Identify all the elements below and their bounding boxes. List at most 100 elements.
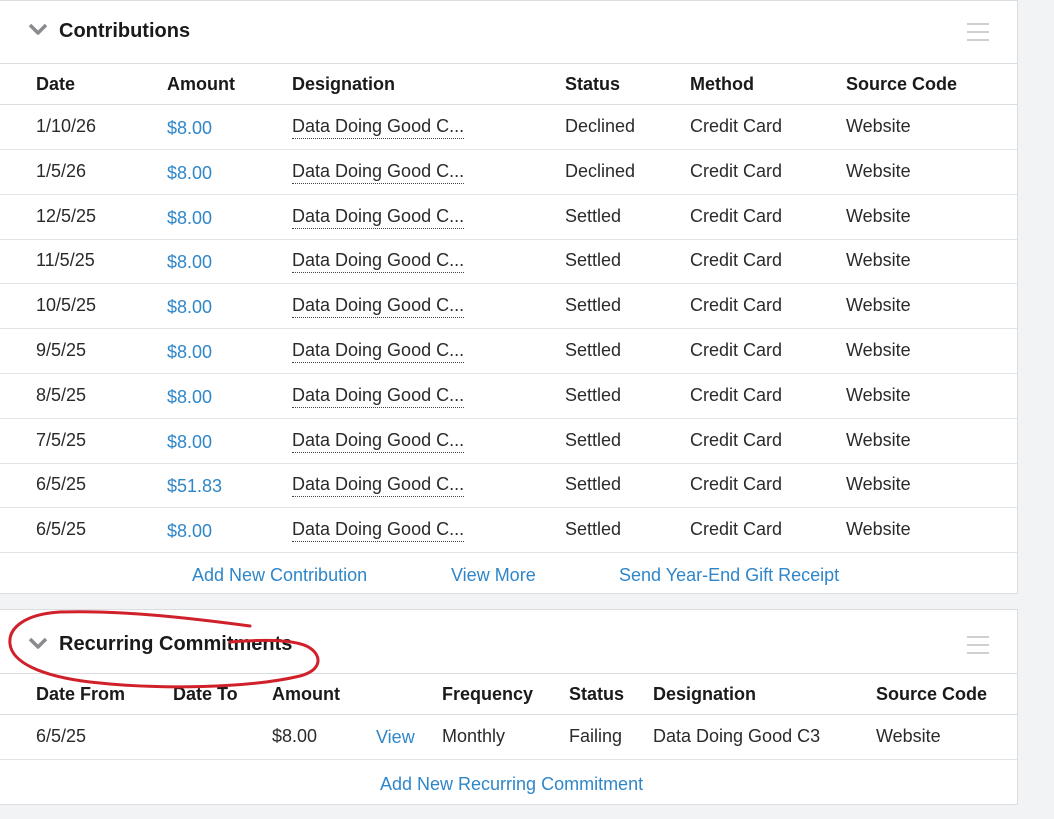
table-header: Date Amount Designation Status Method So… [0,63,1017,105]
row-amount: $8.00 [272,726,318,746]
row-method: Credit Card [690,250,783,271]
col-status[interactable]: Status [565,74,620,95]
hamburger-menu-icon[interactable] [967,636,989,654]
table-row: 11/5/25 $8.00 Data Doing Good C... Settled C… [0,239,1017,285]
row-method: Credit Card [690,205,783,226]
row-date: 9/5/25 [36,340,87,360]
row-source-code: Website [846,250,911,271]
table-row: 8/5/25 $8.00 Data Doing Good C... Settled Cr… [0,374,1017,419]
contributions-panel: Contributions Date Amount Designation St… [0,0,1018,594]
row-method: Credit Card [690,474,783,495]
table-row: 1/10/26 $8.00 Data Doing Good C... Declined… [0,105,1017,150]
row-status: Settled [565,474,622,495]
row-amount[interactable]: $51.83 [167,476,222,497]
row-method: Credit Card [690,116,783,136]
chevron-down-icon[interactable] [28,636,48,650]
col-designation[interactable]: Designation [292,74,395,95]
row-source-code: Website [846,340,911,360]
row-designation[interactable]: Data Doing Good C... [292,474,465,498]
row-source-code: Website [846,160,911,181]
add-new-recurring-commitment-link[interactable]: Add New Recurring Commitment [380,774,643,795]
row-source-code: Website [846,519,911,540]
row-designation[interactable]: Data Doing Good C... [292,250,465,274]
row-date-from: 6/5/25 [36,726,87,746]
col-status[interactable]: Status [569,684,624,705]
row-method: Credit Card [690,519,783,540]
row-status: Failing [569,726,623,746]
send-year-end-gift-receipt-link[interactable]: Send Year-End Gift Receipt [619,565,839,586]
table-row: 6/5/25 $8.00 View Monthly Failing Data D… [0,715,1017,760]
row-designation[interactable]: Data Doing Good C... [292,206,465,229]
row-date: 10/5/25 [36,295,97,316]
row-status: Settled [565,519,622,540]
chevron-down-icon[interactable] [28,22,48,36]
view-link[interactable]: View [376,727,415,748]
view-more-link[interactable]: View More [451,565,536,586]
row-designation[interactable]: Data Doing Good C... [292,116,465,139]
row-source-code: Website [846,205,911,226]
row-date: 8/5/25 [36,384,87,405]
row-amount[interactable]: $8.00 [167,252,212,273]
row-method: Credit Card [690,340,783,360]
row-source-code: Website [846,474,911,495]
contributions-header: Contributions [0,1,1017,64]
row-amount[interactable]: $8.00 [167,163,212,184]
row-status: Settled [565,340,622,360]
row-source-code: Website [846,429,911,450]
col-date[interactable]: Date [36,74,75,95]
recurring-commitments-panel: Recurring Commitments Date From Date To … [0,609,1018,805]
row-amount[interactable]: $8.00 [167,387,212,408]
row-amount[interactable]: $8.00 [167,118,212,139]
row-source-code: Website [846,384,911,405]
row-amount[interactable]: $8.00 [167,521,212,542]
row-method: Credit Card [690,384,783,405]
col-date-from[interactable]: Date From [36,684,125,705]
contributions-title: Contributions [59,20,191,42]
row-amount[interactable]: $8.00 [167,432,212,453]
col-source-code[interactable]: Source Code [876,684,987,705]
row-amount[interactable]: $8.00 [167,208,212,229]
row-date: 11/5/25 [36,250,95,271]
row-status: Declined [565,160,636,181]
table-row: 6/5/25 $8.00 Data Doing Good C... Settled Cr… [0,508,1017,554]
recurring-header: Recurring Commitments [0,610,1017,674]
row-status: Settled [565,250,622,271]
table-row: 10/5/25 $8.00 Data Doing Good C... Settled C… [0,284,1017,330]
row-designation[interactable]: Data Doing Good C... [292,161,465,184]
row-method: Credit Card [690,295,783,316]
row-status: Settled [565,384,622,405]
col-method[interactable]: Method [690,74,754,95]
row-date: 6/5/25 [36,474,87,495]
col-date-to[interactable]: Date To [173,684,238,705]
row-designation[interactable]: Data Doing Good C... [292,340,465,363]
row-date: 1/5/26 [36,160,87,181]
col-source-code[interactable]: Source Code [846,74,957,95]
add-new-contribution-link[interactable]: Add New Contribution [192,565,367,586]
row-date: 12/5/25 [36,205,97,226]
row-status: Settled [565,429,622,450]
hamburger-menu-icon[interactable] [967,23,989,41]
table-row: 6/5/25 $51.83 Data Doing Good C... Settled C… [0,463,1017,509]
row-designation[interactable]: Data Doing Good C... [292,519,465,543]
col-amount[interactable]: Amount [272,684,340,705]
row-designation[interactable]: Data Doing Good C... [292,385,465,408]
col-frequency[interactable]: Frequency [442,684,533,705]
row-frequency: Monthly [442,726,506,746]
row-source-code: Website [846,295,911,316]
row-source-code: Website [876,726,941,746]
table-row: 7/5/25 $8.00 Data Doing Good C... Settled Cr… [0,419,1017,464]
row-date: 1/10/26 [36,116,97,136]
col-amount[interactable]: Amount [167,74,235,95]
row-amount[interactable]: $8.00 [167,297,212,318]
row-amount[interactable]: $8.00 [167,342,212,363]
row-date: 7/5/25 [36,429,87,450]
row-date: 6/5/25 [36,519,87,540]
table-header: Date From Date To Amount Frequency Statu… [0,673,1017,715]
row-method: Credit Card [690,429,783,450]
row-designation[interactable]: Data Doing Good C... [292,430,465,453]
table-row: 12/5/25 $8.00 Data Doing Good C... Settled C… [0,195,1017,240]
row-status: Settled [565,295,622,316]
row-status: Declined [565,116,636,136]
row-designation[interactable]: Data Doing Good C... [292,295,465,319]
col-designation[interactable]: Designation [653,684,756,705]
